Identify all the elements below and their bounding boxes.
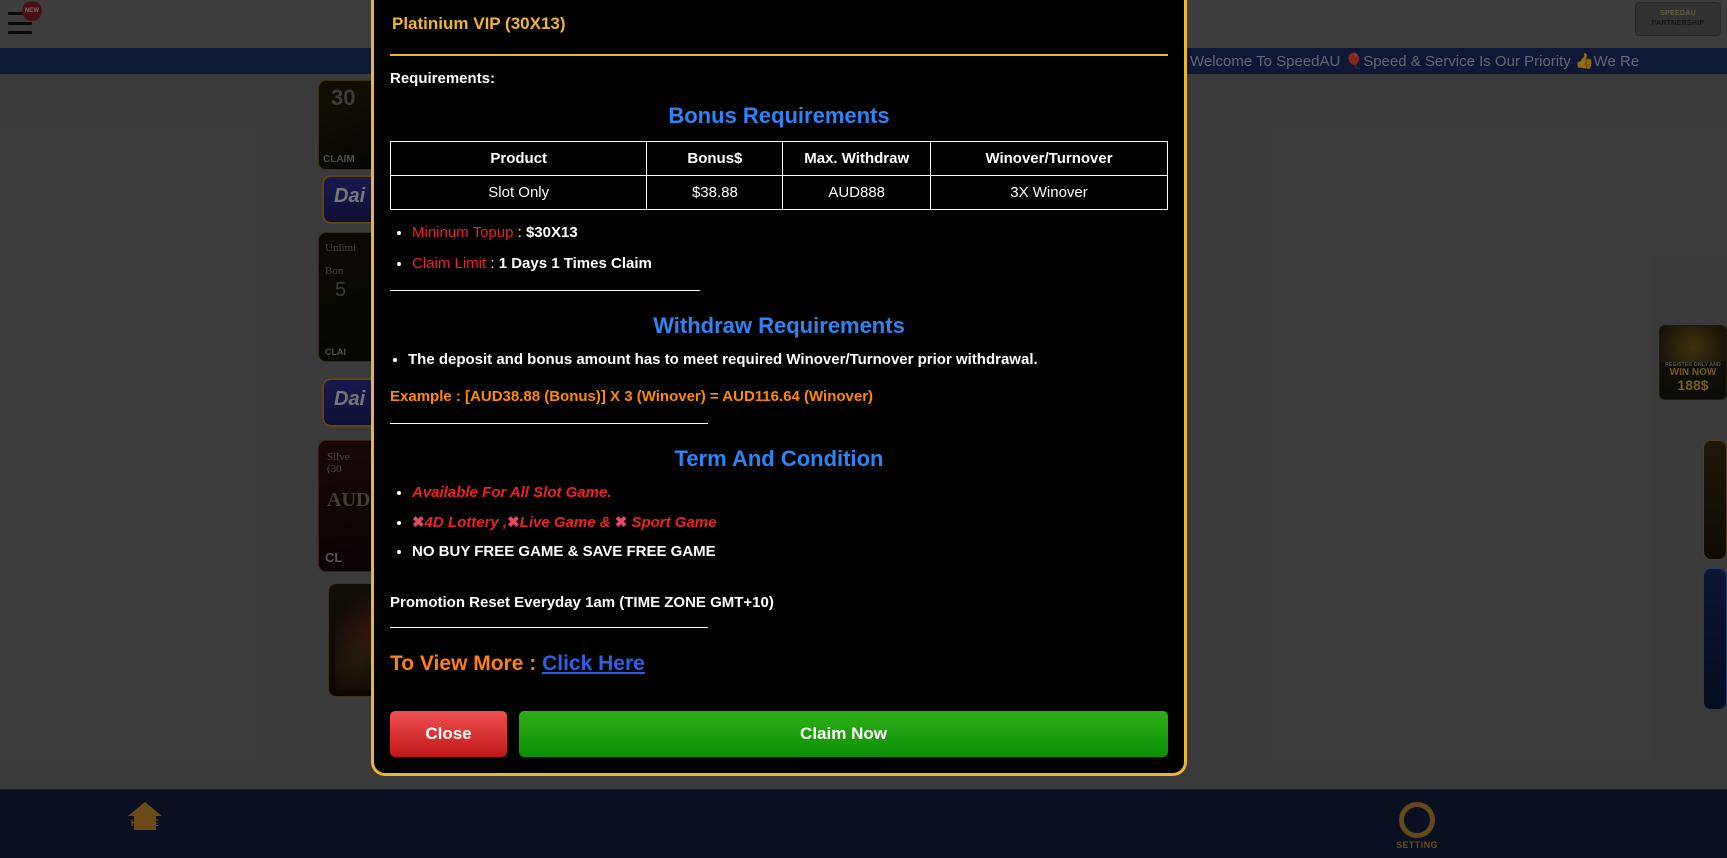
cross-icon: ✖ [614,514,628,531]
bonus-requirements-table: Product Bonus$ Max. Withdraw Winover/Tur… [389,141,1168,210]
cell-product: Slot Only [389,175,648,210]
term-live-game: Live Game & [519,514,615,531]
table-header-max-withdraw: Max. Withdraw [782,141,931,176]
cross-icon: ✖ [412,514,425,531]
withdraw-bullet-list: The deposit and bonus amount has to meet… [390,351,1168,368]
cross-icon: ✖ [507,514,520,531]
modal-body: Requirements: Bonus Requirements Product… [374,56,1184,701]
modal-header: Platinium VIP (30X13) [374,0,1184,42]
table-header-row: Product Bonus$ Max. Withdraw Winover/Tur… [389,141,1168,176]
modal-footer: Close Claim Now [374,701,1184,773]
list-item: ✖4D Lottery ,✖Live Game & ✖ Sport Game [412,513,1168,531]
promotion-detail-modal: Platinium VIP (30X13) Requirements: Bonu… [371,0,1187,776]
divider-1 [390,290,700,291]
requirements-label: Requirements: [390,70,496,87]
list-item: Mininum Topup : $30X13 [412,224,1168,241]
table-header-winover: Winover/Turnover [930,141,1168,176]
withdraw-requirements-heading: Withdraw Requirements [653,313,905,338]
term-sport-game: Sport Game [627,514,717,531]
table-row: Slot Only $38.88 AUD888 3X Winover [389,175,1168,210]
claim-limit-sep: : [486,255,499,272]
modal-title: Platinium VIP (30X13) [392,14,566,33]
min-topup-sep: : [513,224,526,241]
cell-bonus: $38.88 [646,175,784,210]
claim-now-button[interactable]: Claim Now [519,711,1168,757]
list-item: NO BUY FREE GAME & SAVE FREE GAME [412,543,1168,560]
divider-3 [390,627,708,628]
promotion-reset-note: Promotion Reset Everyday 1am (TIME ZONE … [390,594,774,611]
view-more-label: To View More : [390,652,543,675]
claim-limit-value: 1 Days 1 Times Claim [498,255,652,272]
close-button[interactable]: Close [390,711,507,757]
view-more-row: To View More : Click Here [390,652,1168,676]
min-topup-label: Mininum Topup [412,224,514,241]
bonus-requirements-heading: Bonus Requirements [668,103,890,128]
terms-conditions-heading: Term And Condition [674,446,884,471]
cell-max-withdraw: AUD888 [782,175,931,210]
term-4d-lottery: 4D Lottery , [424,514,508,531]
requirement-bullet-list: Mininum Topup : $30X13 Claim Limit : 1 D… [390,224,1168,272]
term-no-buy-free-game: NO BUY FREE GAME & SAVE FREE GAME [412,543,716,560]
click-here-link[interactable]: Click Here [542,652,645,675]
cell-winover: 3X Winover [930,175,1168,210]
list-item: The deposit and bonus amount has to meet… [408,351,1168,368]
divider-2 [390,423,708,424]
table-header-bonus: Bonus$ [646,141,784,176]
terms-bullet-list: Available For All Slot Game. ✖4D Lottery… [390,484,1168,560]
min-topup-value: $30X13 [525,224,578,241]
table-header-product: Product [389,141,648,176]
list-item: Claim Limit : 1 Days 1 Times Claim [412,255,1168,272]
claim-limit-label: Claim Limit [412,255,487,272]
term-available-slot: Available For All Slot Game. [412,484,612,501]
example-calculation: Example : [AUD38.88 (Bonus)] X 3 (Winove… [390,388,874,405]
list-item: Available For All Slot Game. [412,484,1168,501]
